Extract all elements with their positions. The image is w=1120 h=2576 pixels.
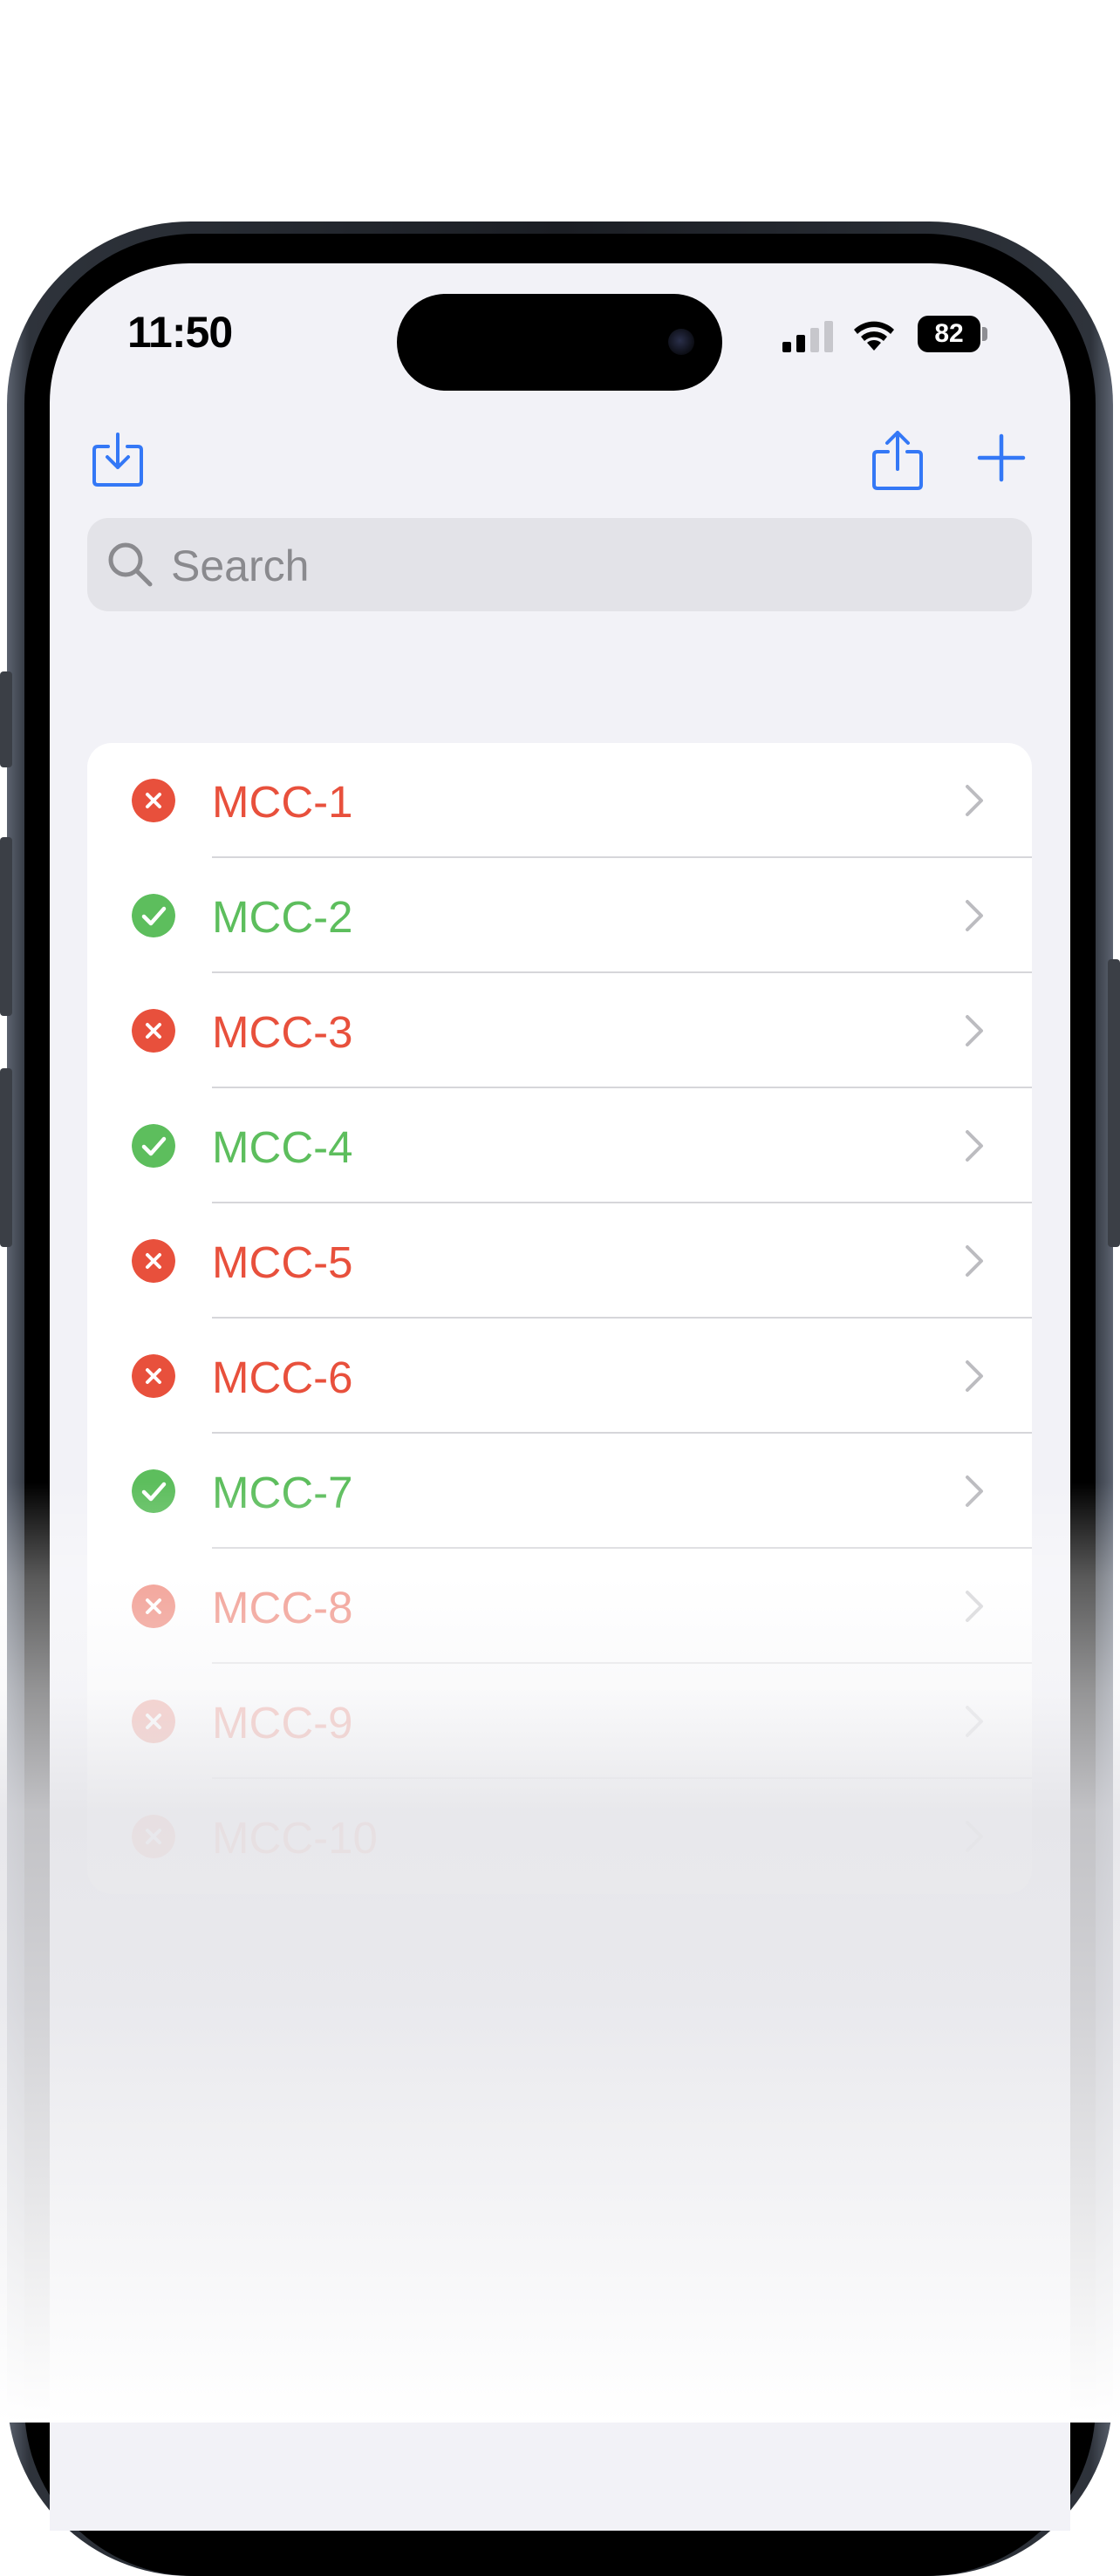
list-item[interactable]: MCC-10	[87, 1779, 1032, 1894]
chevron-right-icon	[966, 1245, 983, 1277]
checkmark-circle-icon	[132, 1469, 175, 1513]
list-item-label: MCC-9	[212, 1698, 353, 1748]
xmark-circle-icon	[132, 779, 175, 822]
wifi-icon	[854, 321, 894, 351]
chevron-right-icon	[966, 900, 983, 931]
volume-down-button	[0, 1068, 12, 1247]
volume-up-button	[0, 837, 12, 1016]
list-item[interactable]: MCC-3	[87, 973, 1032, 1088]
list-item-label: MCC-1	[212, 777, 353, 827]
chevron-right-icon	[966, 1130, 983, 1162]
chevron-right-icon	[966, 1475, 983, 1507]
xmark-circle-icon	[132, 1239, 175, 1283]
list-item-label: MCC-6	[212, 1353, 353, 1402]
list-item-label: MCC-8	[212, 1583, 353, 1632]
xmark-circle-icon	[132, 1815, 175, 1858]
chevron-right-icon	[966, 1821, 983, 1852]
xmark-circle-icon	[132, 1700, 175, 1743]
cellular-signal-icon	[781, 317, 835, 352]
chevron-right-icon	[966, 785, 983, 816]
xmark-circle-icon	[132, 1354, 175, 1398]
list-item-label: MCC-10	[212, 1813, 378, 1863]
search-input[interactable]	[169, 518, 1010, 613]
search-icon	[108, 542, 153, 587]
status-time: 11:50	[127, 308, 233, 357]
xmark-circle-icon	[132, 1584, 175, 1628]
plus-icon[interactable]	[977, 433, 1026, 482]
list-item[interactable]: MCC-9	[87, 1664, 1032, 1779]
list-item-label: MCC-4	[212, 1122, 353, 1172]
list-item-label: MCC-3	[212, 1007, 353, 1057]
list-item[interactable]: MCC-6	[87, 1319, 1032, 1434]
item-list: MCC-1 MCC-2 MCC-3 MCC-4 MCC-5 MCC-6 MCC-7 MCC-8…	[87, 743, 1032, 1894]
chevron-right-icon	[966, 1360, 983, 1392]
power-button	[1108, 959, 1120, 1247]
square-arrow-up-icon[interactable]	[871, 427, 925, 492]
tray-arrow-down-icon[interactable]	[91, 429, 145, 488]
list-item[interactable]: MCC-2	[87, 858, 1032, 973]
list-item[interactable]: MCC-8	[87, 1549, 1032, 1664]
front-camera	[668, 329, 694, 355]
chevron-right-icon	[966, 1015, 983, 1046]
chevron-right-icon	[966, 1706, 983, 1737]
checkmark-circle-icon	[132, 894, 175, 937]
list-item-label: MCC-7	[212, 1468, 353, 1517]
list-item-label: MCC-5	[212, 1237, 353, 1287]
list-item[interactable]: MCC-7	[87, 1434, 1032, 1549]
battery-indicator: 82	[918, 316, 980, 352]
list-item[interactable]: MCC-4	[87, 1088, 1032, 1203]
list-item[interactable]: MCC-1	[87, 743, 1032, 858]
dynamic-island	[397, 294, 722, 391]
checkmark-circle-icon	[132, 1124, 175, 1168]
action-button	[0, 671, 12, 767]
list-item[interactable]: MCC-5	[87, 1203, 1032, 1319]
search-bar[interactable]	[87, 518, 1032, 613]
battery-tip	[982, 327, 987, 341]
list-item-label: MCC-2	[212, 892, 353, 942]
xmark-circle-icon	[132, 1009, 175, 1053]
chevron-right-icon	[966, 1591, 983, 1622]
